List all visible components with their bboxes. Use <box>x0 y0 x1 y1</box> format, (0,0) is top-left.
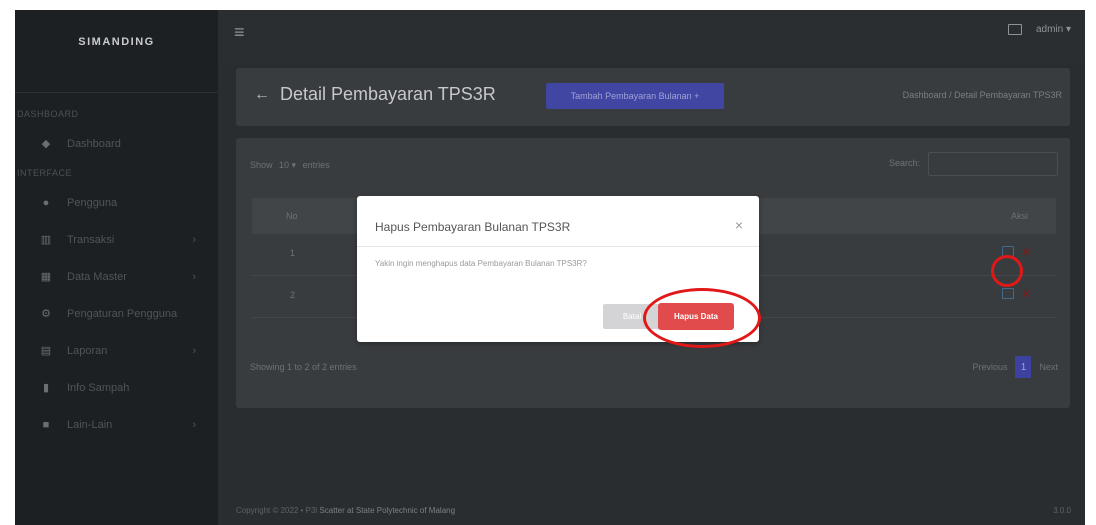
delete-icon[interactable]: × <box>1022 245 1030 258</box>
highlight-delete-icon-circle <box>991 255 1023 287</box>
footer-copyright-text: Copyright © 2022 • P3l <box>236 506 320 515</box>
chevron-right-icon: › <box>192 233 196 246</box>
breadcrumb[interactable]: Dashboard / Detail Pembayaran TPS3R <box>903 90 1062 100</box>
delete-icon[interactable]: × <box>1022 287 1030 300</box>
sidebar-heading-dashboard: DASHBOARD <box>17 109 79 119</box>
add-payment-button[interactable]: Tambah Pembayaran Bulanan + <box>546 83 724 109</box>
sidebar-item-label: Lain-Lain <box>67 418 113 431</box>
page-header: ← Detail Pembayaran TPS3R Tambah Pembaya… <box>236 68 1070 126</box>
chevron-right-icon: › <box>192 418 196 431</box>
back-arrow-icon[interactable]: ← <box>254 86 270 104</box>
sidebar-item-info-sampah[interactable]: ▮ Info Sampah <box>15 369 218 406</box>
sidebar-item-lain-lain[interactable]: ■ Lain-Lain › <box>15 406 218 443</box>
users-icon: ● <box>42 196 50 209</box>
row-no: 1 <box>290 248 296 258</box>
column-no[interactable]: No <box>286 211 298 221</box>
brand-logo[interactable]: SIMANDING <box>15 10 218 74</box>
report-icon: ▤ <box>40 345 52 357</box>
sidebar-item-label: Dashboard <box>67 137 121 150</box>
sidebar-item-label: Pengaturan Pengguna <box>67 307 178 320</box>
entries-selector[interactable]: Show 10 ▾ entries <box>250 160 330 171</box>
trash-icon: ▮ <box>42 382 50 394</box>
highlight-delete-button-circle <box>643 288 761 348</box>
column-aksi[interactable]: Aksi <box>1011 211 1028 221</box>
chevron-right-icon: › <box>192 344 196 357</box>
settings-icon: ⚙ <box>41 308 51 320</box>
app-version: 3.0.0 <box>1053 506 1071 515</box>
footer-copyright: Copyright © 2022 • P3l Scatter at State … <box>236 506 455 515</box>
show-value[interactable]: 10 ▾ <box>279 160 296 170</box>
page-title: Detail Pembayaran TPS3R <box>280 84 496 104</box>
pagination-previous[interactable]: Previous <box>972 362 1007 372</box>
sidebar-item-label: Info Sampah <box>67 381 130 394</box>
sidebar-item-label: Transaksi <box>67 233 115 246</box>
sidebar-item-data-master[interactable]: ▦ Data Master › <box>15 258 218 295</box>
edit-icon[interactable] <box>1002 288 1015 299</box>
sidebar-item-label: Data Master <box>67 270 127 283</box>
sidebar-item-laporan[interactable]: ▤ Laporan › <box>15 332 218 369</box>
search-input[interactable] <box>928 152 1058 176</box>
menu-toggle-icon[interactable]: ≡ <box>234 22 245 43</box>
modal-title: Hapus Pembayaran Bulanan TPS3R <box>375 220 571 234</box>
dashboard-icon: ◆ <box>41 138 51 150</box>
pagination-page-1[interactable]: 1 <box>1015 356 1032 378</box>
pagination: Previous 1 Next <box>972 356 1058 378</box>
sidebar-item-pengaturan-pengguna[interactable]: ⚙ Pengaturan Pengguna <box>15 295 218 332</box>
topbar: ≡ admin ▾ <box>218 10 1085 62</box>
footer-org[interactable]: Scatter at State Polytechnic of Malang <box>319 506 455 515</box>
row-no: 2 <box>290 290 296 300</box>
modal-message: Yakin ingin menghapus data Pembayaran Bu… <box>375 259 587 268</box>
sidebar-heading-interface: INTERFACE <box>17 168 73 178</box>
topbar-user-area: admin ▾ <box>1007 24 1071 35</box>
close-icon[interactable]: × <box>735 217 743 233</box>
sidebar-item-dashboard[interactable]: ◆ Dashboard <box>15 125 218 162</box>
sidebar: SIMANDING DASHBOARD ◆ Dashboard INTERFAC… <box>15 10 218 525</box>
modal-divider <box>357 246 759 247</box>
search-label: Search: <box>888 158 920 168</box>
chevron-right-icon: › <box>192 270 196 283</box>
user-menu[interactable]: admin ▾ <box>1036 24 1071 35</box>
folder-icon: ■ <box>42 418 50 431</box>
entries-label: entries <box>302 160 330 170</box>
table-icon: ▦ <box>40 271 52 283</box>
chart-icon: ▥ <box>40 234 52 246</box>
pagination-next[interactable]: Next <box>1039 362 1058 372</box>
show-label: Show <box>250 160 273 170</box>
sidebar-item-label: Laporan <box>67 344 108 357</box>
table-info: Showing 1 to 2 of 2 entries <box>250 362 357 372</box>
fullscreen-icon[interactable] <box>1007 24 1022 35</box>
sidebar-item-transaksi[interactable]: ▥ Transaksi › <box>15 221 218 258</box>
row-actions: × <box>1002 287 1030 300</box>
sidebar-item-label: Pengguna <box>67 196 118 209</box>
sidebar-divider <box>15 92 218 93</box>
sidebar-item-pengguna[interactable]: ● Pengguna <box>15 184 218 221</box>
